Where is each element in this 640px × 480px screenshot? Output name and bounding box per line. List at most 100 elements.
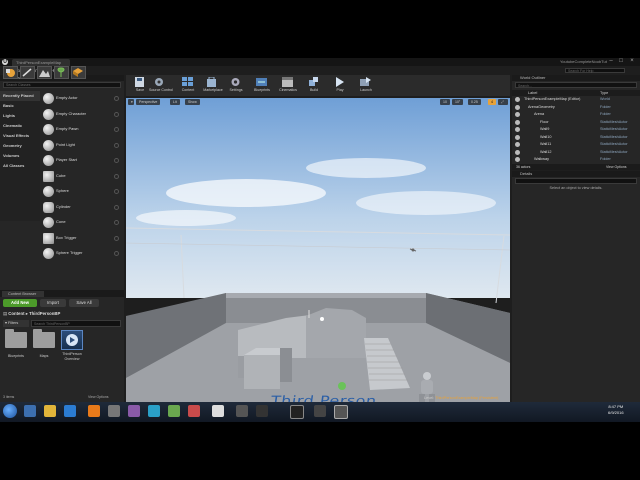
list-item[interactable]: Player Start [40,153,124,169]
show-dropdown[interactable]: Show [185,99,200,105]
outliner-row[interactable]: Wall12 StaticMeshActor [512,149,640,157]
app-icon[interactable] [168,405,180,417]
visibility-eye-icon[interactable] [515,134,520,140]
category-visual-effects[interactable]: Visual Effects [0,131,40,141]
outliner-row[interactable]: Wall10 StaticMeshActor [512,134,640,142]
viewport-options-icon[interactable]: ▾ [128,99,134,105]
app-icon[interactable] [236,405,248,417]
visibility-eye-icon[interactable] [515,149,520,155]
list-item[interactable]: Sphere Trigger [40,246,124,262]
list-item[interactable]: Cone [40,215,124,231]
save-all-button[interactable]: Save All [69,299,99,307]
view-options-button[interactable]: View Options [88,395,109,399]
camera-speed-value[interactable]: 4 [488,99,496,105]
info-icon[interactable] [114,204,119,210]
visibility-eye-icon[interactable] [515,104,520,110]
blueprints-button[interactable]: Blueprints [250,76,274,95]
asset-maps-folder[interactable]: Maps [33,329,55,359]
info-icon[interactable] [114,158,119,163]
outliner-row[interactable]: Wall11 StaticMeshActor [512,141,640,149]
source-control-button[interactable]: Source Control [148,76,174,95]
breadcrumb-thirdpersonbp[interactable]: ThirdPersonBP [29,311,60,316]
visibility-eye-icon[interactable] [515,119,520,125]
outliner-row[interactable]: ThirdPersonExampleMap (Editor) World [512,96,640,104]
category-volumes[interactable]: Volumes [0,151,40,161]
maximize-icon[interactable]: □ [616,58,626,65]
app-icon[interactable] [148,405,160,417]
category-recently-placed[interactable]: Recently Placed [0,91,40,101]
asset-blueprints-folder[interactable]: Blueprints [5,329,27,359]
list-item[interactable]: Empty Actor [40,91,124,107]
app-icon[interactable] [188,405,200,417]
settings-button[interactable]: Settings [224,76,248,95]
file-explorer-icon[interactable] [44,405,56,417]
info-icon[interactable] [114,235,119,241]
start-button[interactable] [3,404,17,418]
outliner-row[interactable]: Walkway Folder [512,156,640,164]
outliner-row[interactable]: Floor StaticMeshActor [512,119,640,127]
cinematics-button[interactable]: Cinematics [276,76,300,95]
info-icon[interactable] [114,142,119,148]
app-icon[interactable] [128,405,140,417]
outliner-row[interactable]: Wall9 StaticMeshActor [512,126,640,134]
scale-snap-value[interactable]: 0.25 [468,99,481,105]
info-icon[interactable] [114,189,119,194]
list-item[interactable]: Box Trigger [40,231,124,247]
epic-games-launcher-icon[interactable] [290,405,304,419]
level-tab[interactable]: ThirdPersonExampleMap [12,59,70,66]
outliner-row[interactable]: ArenaGeometry Folder [512,104,640,112]
perspective-dropdown[interactable]: Perspective [136,99,161,105]
gamepad-icon[interactable] [212,405,224,417]
app-icon[interactable] [314,405,326,417]
media-player-icon[interactable] [64,405,76,417]
asset-search-input[interactable]: Search ThirdPersonBP [31,320,121,327]
list-item[interactable]: Cube [40,169,124,185]
category-lights[interactable]: Lights [0,111,40,121]
list-item[interactable]: Sphere [40,184,124,200]
minimize-icon[interactable]: – [606,58,616,65]
class-search-input[interactable]: Search Classes [3,82,121,88]
play-button[interactable]: Play [328,76,352,95]
level-viewport[interactable]: Third Person [126,98,510,403]
info-icon[interactable] [114,96,119,101]
paint-mode-icon[interactable] [20,66,35,79]
launch-button[interactable]: Launch [354,76,378,95]
category-basic[interactable]: Basic [0,101,40,111]
marketplace-button[interactable]: Marketplace [200,76,226,95]
import-button[interactable]: Import [40,299,66,307]
info-icon[interactable] [114,251,119,256]
close-icon[interactable]: × [627,58,637,65]
visibility-eye-icon[interactable] [515,142,520,147]
rotation-snap-value[interactable]: 10° [452,99,464,105]
info-icon[interactable] [114,173,119,179]
clapper-icon[interactable] [256,405,268,417]
list-item[interactable]: Point Light [40,138,124,154]
list-item[interactable]: Empty Pawn [40,122,124,138]
geometry-mode-icon[interactable] [71,66,86,79]
place-mode-icon[interactable] [3,66,18,79]
category-all-classes[interactable]: All Classes [0,161,40,171]
vlc-icon[interactable] [88,405,100,417]
asset-thirdperson-overview[interactable]: ThirdPerson Overview [61,330,83,362]
help-search-input[interactable]: Search For Help [565,68,625,73]
visibility-eye-icon[interactable] [515,157,520,162]
outliner-row[interactable]: Arena Folder [512,111,640,119]
visibility-eye-icon[interactable] [515,97,520,102]
grid-snap-value[interactable]: 10 [440,99,450,105]
visibility-eye-icon[interactable] [515,127,520,132]
foliage-mode-icon[interactable] [54,66,69,79]
maximize-viewport-icon[interactable]: ⤢ [498,99,508,105]
category-cinematic[interactable]: Cinematic [0,121,40,131]
app-icon[interactable] [108,405,120,417]
category-geometry[interactable]: Geometry [0,141,40,151]
build-button[interactable]: Build [302,76,326,95]
unreal-editor-taskbar-icon[interactable] [334,405,348,419]
visibility-eye-icon[interactable] [515,112,520,117]
details-search-input[interactable] [515,178,637,184]
system-clock[interactable]: 8:47 PM 6/9/2016 [608,404,624,415]
info-icon[interactable] [114,220,119,225]
list-item[interactable]: Cylinder [40,200,124,216]
ie-browser-icon[interactable] [24,405,36,417]
lit-dropdown[interactable]: Lit [170,99,180,105]
info-icon[interactable] [114,127,119,132]
